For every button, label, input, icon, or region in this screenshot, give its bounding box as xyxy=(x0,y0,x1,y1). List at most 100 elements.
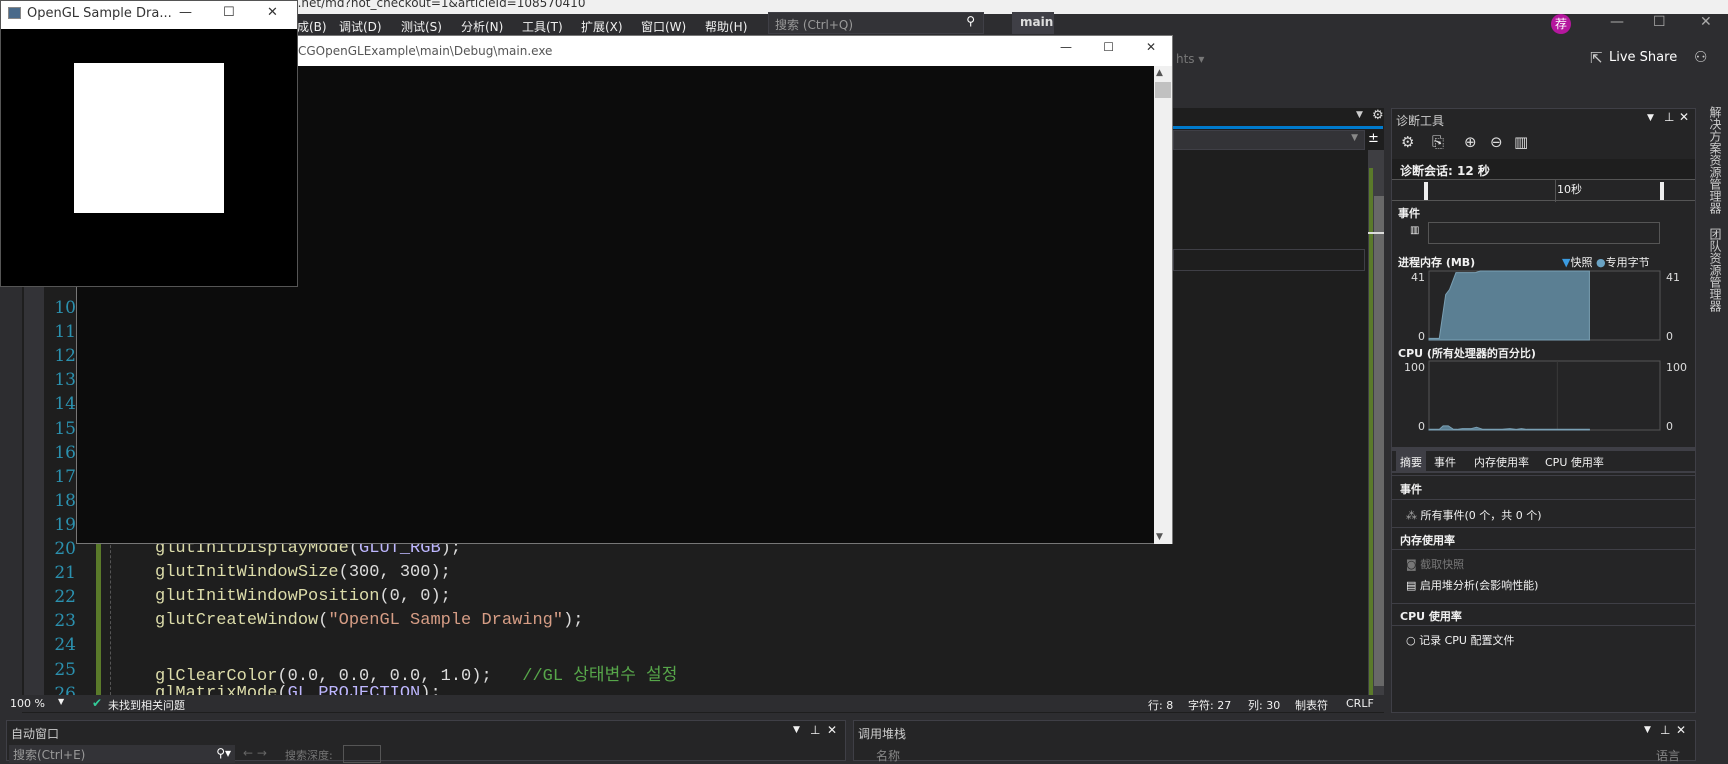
close-icon[interactable]: ✕ xyxy=(827,723,837,737)
issues-status[interactable]: 未找到相关问题 xyxy=(108,697,185,713)
zoom-out-icon[interactable]: ⊖ xyxy=(1490,133,1503,151)
scrollbar-thumb[interactable] xyxy=(1155,82,1171,98)
editor-scrollbar[interactable] xyxy=(1368,150,1384,695)
code-line[interactable]: glutInitWindowSize(300, 300); xyxy=(155,563,451,582)
close-icon[interactable]: ✕ xyxy=(1676,723,1686,737)
arguments: "OpenGL Sample Drawing" xyxy=(328,611,564,631)
chevron-down-icon[interactable]: ▼ xyxy=(793,725,800,735)
y-tick-label-left: 100 xyxy=(1404,361,1425,374)
team-explorer-tab[interactable]: 团队资源管理器 xyxy=(1707,228,1724,312)
char-indicator: 字符: 27 xyxy=(1188,699,1232,712)
line-number: 24 xyxy=(54,635,76,656)
heap-profiling-button[interactable]: ▤ 启用堆分析(会影响性能) xyxy=(1406,577,1538,593)
cpu-header: CPU 使用率 xyxy=(1392,603,1695,625)
menu-test[interactable]: 测试(S) xyxy=(401,18,442,35)
search-input[interactable]: 搜索 (Ctrl+Q) ⚲ xyxy=(768,12,984,34)
chevron-down-icon[interactable]: ▼ xyxy=(1647,113,1654,123)
export-icon[interactable]: ⎘ xyxy=(1432,133,1444,151)
gear-icon[interactable]: ⚙ xyxy=(1372,108,1384,123)
menu-tools[interactable]: 工具(T) xyxy=(522,18,563,35)
insights-button[interactable]: hts ▾ xyxy=(1176,52,1204,66)
search-icon: ⚲▾ xyxy=(216,746,231,760)
member-dropdown[interactable]: ▼ xyxy=(1173,130,1365,150)
pin-icon[interactable]: ⊥ xyxy=(810,723,820,737)
menu-build[interactable]: 成(B) xyxy=(297,18,327,35)
back-arrow-icon[interactable]: ← → xyxy=(243,746,267,760)
cpu-chart: 100 100 0 0 xyxy=(1404,360,1687,433)
close-icon[interactable]: ✕ xyxy=(1679,110,1689,124)
tab-summary[interactable]: 摘要 xyxy=(1396,451,1426,473)
opengl-title-bar[interactable]: OpenGL Sample Dra... — ☐ ✕ xyxy=(1,1,297,29)
minimize-button[interactable]: — xyxy=(1060,40,1072,54)
comment: //GL 상태변수 설정 xyxy=(522,666,678,686)
feedback-icon[interactable]: ⚇ xyxy=(1694,48,1707,66)
indent-indicator[interactable]: 制表符 xyxy=(1295,697,1328,713)
minimize-button[interactable]: — xyxy=(1610,14,1624,30)
take-snapshot-button[interactable]: ◙ 截取快照 xyxy=(1392,549,1695,577)
column-language[interactable]: 语言 xyxy=(1656,747,1680,764)
close-button[interactable]: ✕ xyxy=(1700,14,1712,30)
app-icon xyxy=(8,7,21,19)
chevron-down-icon[interactable]: ▼ xyxy=(1356,110,1363,120)
solution-explorer-tab[interactable]: 解决方案资源管理器 xyxy=(1707,106,1724,214)
search-depth-select[interactable] xyxy=(343,745,381,763)
events-icon: ⁂ xyxy=(1406,509,1421,522)
scrollbar-thumb[interactable] xyxy=(1374,196,1384,686)
column-name[interactable]: 名称 xyxy=(876,747,900,764)
avatar[interactable]: 荐 xyxy=(1551,14,1571,34)
chart-icon[interactable]: ▥ xyxy=(1514,133,1528,151)
console-scrollbar[interactable]: ▲ ▼ xyxy=(1154,66,1172,544)
take-snapshot-text: 截取快照 xyxy=(1420,558,1465,571)
tab-events[interactable]: 事件 xyxy=(1434,454,1456,470)
chevron-down-icon: ▼ xyxy=(1351,133,1358,143)
chevron-down-icon[interactable]: ▼ xyxy=(58,697,64,706)
close-button[interactable]: ✕ xyxy=(267,5,278,20)
menu-debug[interactable]: 调试(D) xyxy=(339,18,382,35)
series-area xyxy=(1428,425,1590,431)
tab-cpu[interactable]: CPU 使用率 xyxy=(1545,454,1604,470)
zoom-in-icon[interactable]: ⊕ xyxy=(1464,133,1477,151)
pin-icon[interactable]: ⊥ xyxy=(1660,723,1670,737)
call-stack-title: 调用堆栈 xyxy=(858,727,907,741)
tab-memory[interactable]: 内存使用率 xyxy=(1474,454,1529,470)
minimize-button[interactable]: — xyxy=(179,5,192,20)
line-number: 15 xyxy=(54,418,76,439)
autos-panel: 自动窗口 ▼ ⊥ ✕ 搜索(Ctrl+E) ⚲▾ ← → 搜索深度: xyxy=(6,720,846,763)
autos-search-input[interactable]: 搜索(Ctrl+E) ⚲▾ xyxy=(9,745,235,763)
split-icon[interactable]: ± xyxy=(1368,131,1379,146)
line-number: 14 xyxy=(54,394,76,415)
zoom-level[interactable]: 100 % xyxy=(10,697,45,710)
maximize-button[interactable]: ☐ xyxy=(1653,14,1666,30)
statement-end: ); xyxy=(430,587,451,607)
call-stack-panel: 调用堆栈 ▼ ⊥ ✕ 名称 语言 xyxy=(853,720,1696,764)
code-line[interactable]: glutInitWindowPosition(0, 0); xyxy=(155,587,451,606)
timeline-start-handle[interactable] xyxy=(1424,182,1428,200)
live-share-button[interactable]: Live Share xyxy=(1609,50,1677,65)
menu-window[interactable]: 窗口(W) xyxy=(641,18,686,35)
timeline-ruler[interactable]: 10秒 xyxy=(1392,179,1695,202)
opengl-window[interactable]: OpenGL Sample Dra... — ☐ ✕ xyxy=(0,0,298,287)
menu-extensions[interactable]: 扩展(X) xyxy=(581,18,623,35)
settings-icon[interactable]: ⚙ xyxy=(1401,133,1414,151)
maximize-button[interactable]: ☐ xyxy=(223,5,235,20)
timeline-end-handle[interactable] xyxy=(1660,182,1664,200)
menu-help[interactable]: 帮助(H) xyxy=(705,18,747,35)
pin-icon[interactable]: ⊥ xyxy=(1664,110,1674,124)
close-button[interactable]: ✕ xyxy=(1146,40,1156,54)
code-box xyxy=(1173,249,1365,271)
scroll-down-icon[interactable]: ▼ xyxy=(1156,532,1163,542)
arguments: 300, 300 xyxy=(348,563,431,583)
menu-analyze[interactable]: 分析(N) xyxy=(461,18,503,35)
chevron-down-icon[interactable]: ▼ xyxy=(1644,725,1651,735)
y-tick-label-left: 41 xyxy=(1411,271,1425,284)
statement-end: ); xyxy=(471,666,492,686)
record-cpu-button[interactable]: ○ 记录 CPU 配置文件 xyxy=(1392,625,1695,653)
code-line[interactable]: glClearColor(0.0, 0.0, 0.0, 1.0); //GL 상… xyxy=(155,660,677,686)
pause-icon[interactable]: ▥ xyxy=(1410,225,1419,236)
series-area xyxy=(1428,270,1590,341)
eol-indicator[interactable]: CRLF xyxy=(1346,697,1374,710)
all-events-link[interactable]: ⁂ 所有事件(0 个，共 0 个) xyxy=(1392,499,1695,527)
code-line[interactable]: glutCreateWindow("OpenGL Sample Drawing"… xyxy=(155,611,583,630)
maximize-button[interactable]: ☐ xyxy=(1103,40,1114,54)
scroll-up-icon[interactable]: ▲ xyxy=(1156,68,1163,78)
